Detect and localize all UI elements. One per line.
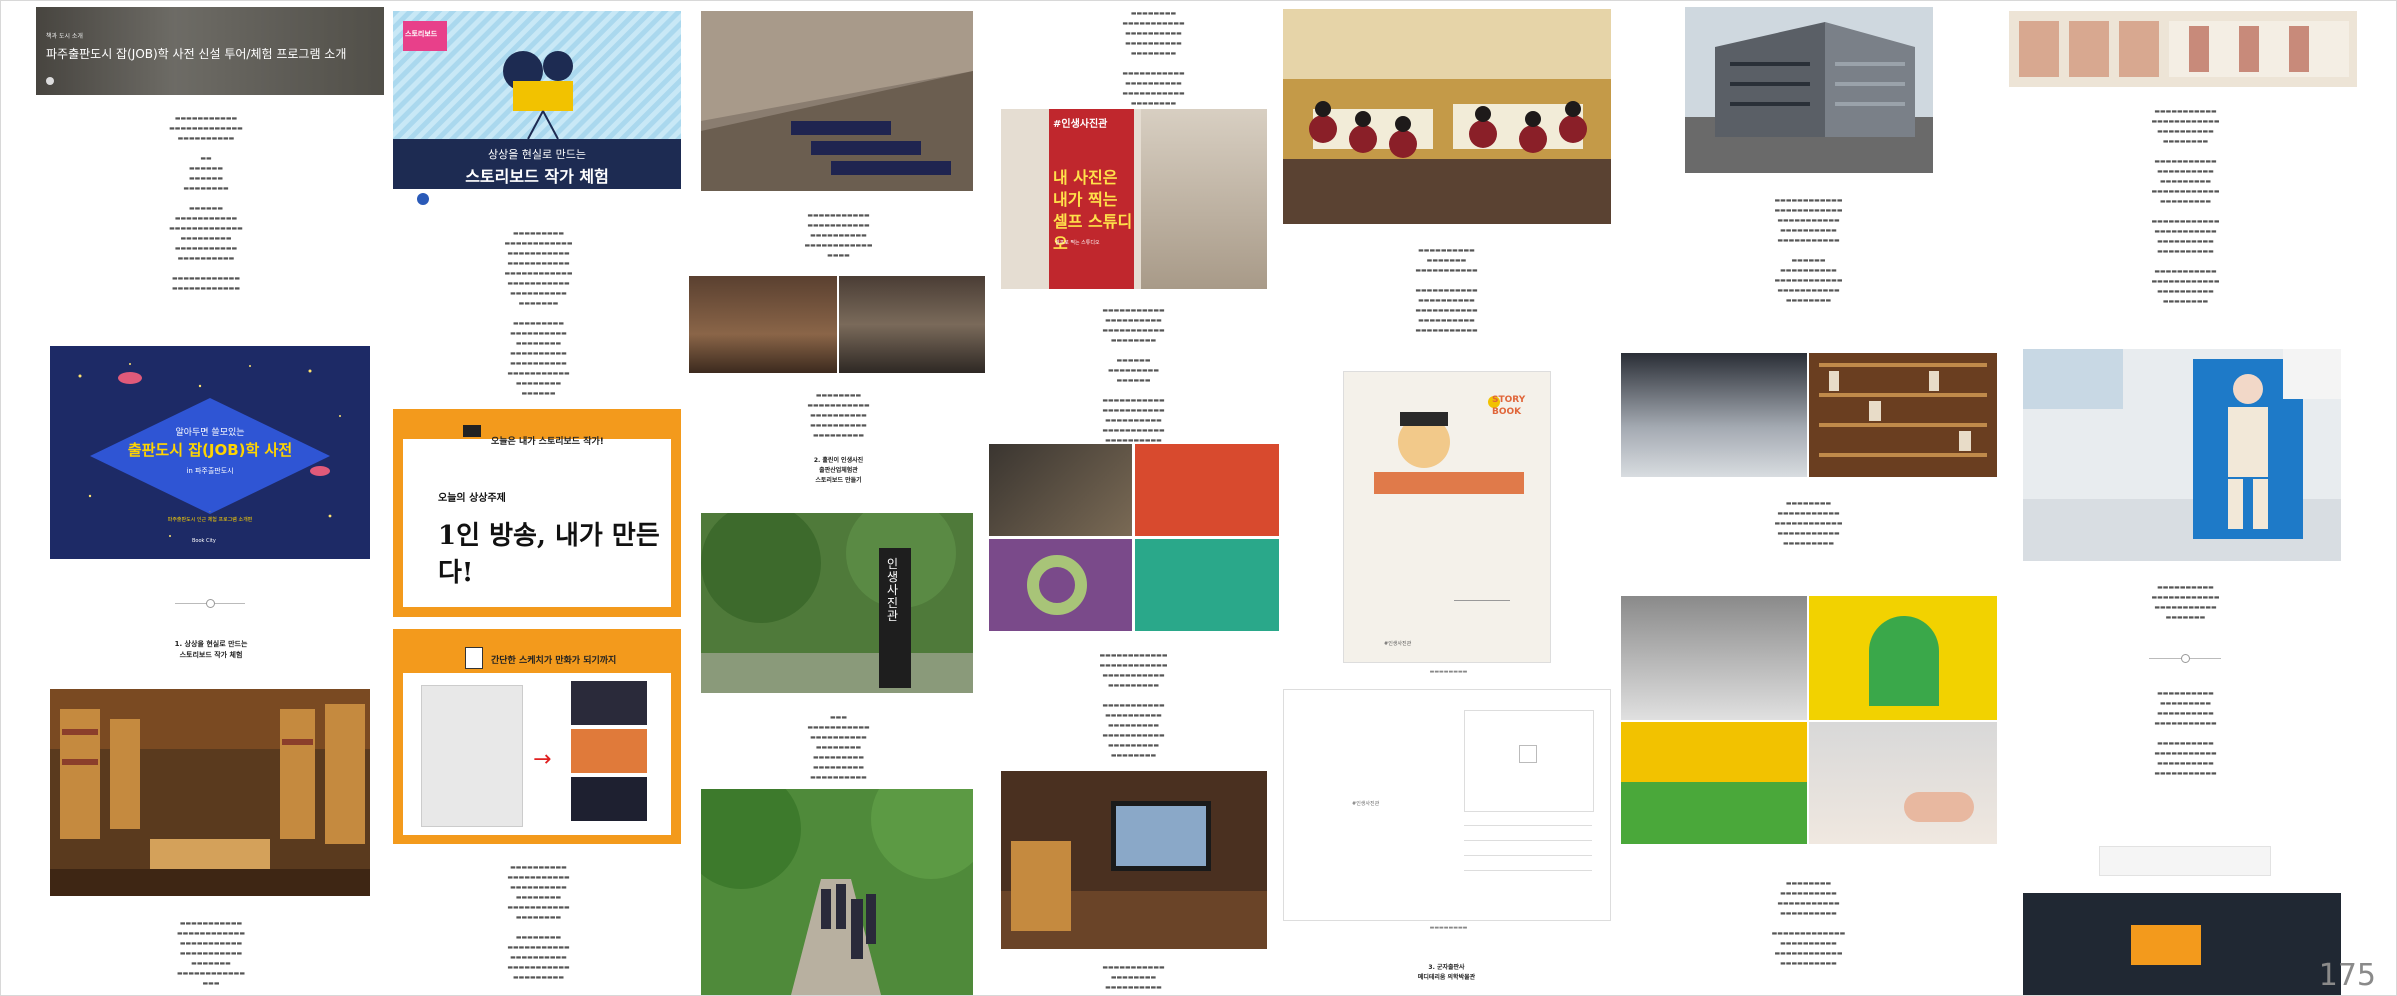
col5-text-1: ▬▬▬▬▬▬▬▬▬▬ ▬▬▬▬▬▬▬ ▬▬▬▬▬▬▬▬▬▬▬ ▬▬▬▬▬▬▬▬▬▬▬…	[1415, 247, 1478, 334]
avatar	[46, 77, 54, 85]
clapper-icon	[463, 425, 481, 437]
sign-tag: #인생사진관	[1053, 119, 1108, 130]
photo-studio-sign-photo: 인생사진관	[701, 513, 973, 693]
info-box	[2099, 846, 2271, 876]
col4-text-1: ▬▬▬▬▬▬▬▬ ▬▬▬▬▬▬▬▬▬▬▬ ▬▬▬▬▬▬▬▬▬▬ ▬▬▬▬▬▬▬▬▬▬ ▬…	[1122, 10, 1185, 117]
poster-sub: in 파주출판도시	[186, 467, 234, 475]
job-dictionary-poster: · 알아두면 쓸모있는 출판도시 잡(JOB)학 사전 in 파주출판도시 파주…	[50, 346, 370, 559]
col6-text-1: ▬▬▬▬▬▬▬▬▬▬▬▬ ▬▬▬▬▬▬▬▬▬▬▬▬ ▬▬▬▬▬▬▬▬▬▬▬ ▬▬▬▬▬…	[1774, 197, 1843, 304]
section-3-title: 3. 군자출판사 메디테리움 의학박물관	[1417, 964, 1476, 981]
exhibit-photo-1	[1621, 596, 1807, 720]
comic-frame-3	[571, 777, 647, 821]
poster-badge: 스토리보드	[405, 30, 438, 38]
exhibit-photo-4	[1809, 722, 1997, 844]
intro-text: ▬▬▬▬▬▬▬▬▬▬▬ ▬▬▬▬▬▬▬▬▬▬▬▬▬ ▬▬▬▬▬▬▬▬▬▬ ▬▬ ▬▬▬…	[169, 115, 243, 292]
poster-head-1: 상상을 현실로 만드는	[487, 148, 587, 161]
exhibit-photo-2	[1809, 596, 1997, 720]
studio-grid-photo-1	[989, 444, 1132, 536]
col6-text-2: ▬▬▬▬▬▬▬▬ ▬▬▬▬▬▬▬▬▬▬▬ ▬▬▬▬▬▬▬▬▬▬▬▬ ▬▬▬▬▬▬▬▬▬…	[1774, 500, 1843, 547]
col4-text-4: ▬▬▬▬▬▬▬▬▬▬▬ ▬▬▬▬▬▬▬▬ ▬▬▬▬▬▬▬▬▬▬	[1102, 964, 1165, 991]
comic-frame-2	[571, 729, 647, 773]
arrow-right-icon: →	[533, 747, 552, 772]
col3-text-2: ▬▬▬▬▬▬▬▬ ▬▬▬▬▬▬▬▬▬▬▬ ▬▬▬▬▬▬▬▬▬▬ ▬▬▬▬▬▬▬▬▬▬ ▬…	[807, 392, 870, 439]
blank-storyboard-sheet: #인생사진관	[1283, 689, 1611, 921]
poster-logo: Book City	[192, 538, 216, 544]
poster-title: 알아두면 쓸모있는	[175, 428, 245, 438]
name-line	[1454, 600, 1510, 601]
museum-exterior-photo	[2023, 893, 2341, 995]
sketch-image	[421, 685, 523, 827]
paper-icon	[465, 647, 483, 669]
sheet-tag: #인생사진관	[1352, 801, 1380, 807]
storybook-cover: STORY BOOK #인생사진관	[1343, 371, 1551, 663]
poster-head-2: 스토리보드 작가 체험	[465, 167, 609, 186]
solo-broadcast-card: 오늘은 내가 스토리보드 작가! 오늘의 상상주제 1인 방송, 내가 만든다!	[393, 409, 681, 617]
card2-title: 간단한 스케치가 만화가 되기까지	[491, 656, 617, 666]
book-title: STORY BOOK	[1492, 395, 1526, 417]
divider-dot	[2181, 654, 2190, 663]
banner-title: 파주출판도시 잡(JOB)학 사전 신설 투어/체험 프로그램 소개	[46, 47, 347, 61]
col7-text-3: ▬▬▬▬▬▬▬▬▬▬ ▬▬▬▬▬▬▬▬▬ ▬▬▬▬▬▬▬▬▬▬ ▬▬▬▬▬▬▬▬▬▬▬…	[2154, 690, 2217, 777]
museum-hall-photo	[1621, 353, 1807, 477]
col3-text-3: ▬▬▬ ▬▬▬▬▬▬▬▬▬▬▬ ▬▬▬▬▬▬▬▬▬▬ ▬▬▬▬▬▬▬▬ ▬▬▬▬▬▬▬▬…	[807, 714, 870, 781]
classroom-photo	[1283, 9, 1611, 224]
divider-dot	[206, 599, 215, 608]
col4-text-3: ▬▬▬▬▬▬▬▬▬▬▬▬ ▬▬▬▬▬▬▬▬▬▬▬▬ ▬▬▬▬▬▬▬▬▬▬▬ ▬▬▬▬▬…	[1099, 652, 1168, 759]
museum-shelf-photo	[1809, 353, 1997, 477]
sketch-to-comic-card: 간단한 스케치가 만화가 되기까지 →	[393, 629, 681, 844]
section-2-title: 2. 훌린이 인생사진 출판산업체험관 스토리보드 만들기	[813, 457, 864, 484]
studio-grid-photo-4	[1135, 539, 1279, 631]
col7-text-1: ▬▬▬▬▬▬▬▬▬▬▬ ▬▬▬▬▬▬▬▬▬▬▬▬ ▬▬▬▬▬▬▬▬▬▬ ▬▬▬▬▬▬▬…	[2151, 108, 2220, 305]
section-1-title: 1. 상상을 현실로 만드는 스토리보드 작가 체험	[174, 640, 248, 659]
page-number: 175	[2318, 958, 2376, 993]
poster-main: 출판도시 잡(JOB)학 사전	[127, 441, 293, 459]
card1-big-1: 오늘의 상상주제	[438, 493, 506, 504]
col6-text-3: ▬▬▬▬▬▬▬▬ ▬▬▬▬▬▬▬▬▬▬ ▬▬▬▬▬▬▬▬▬▬▬ ▬▬▬▬▬▬▬▬▬▬ …	[1771, 880, 1846, 967]
banner-tag: 책과 도시 소개	[46, 33, 83, 40]
col4-text-2: ▬▬▬▬▬▬▬▬▬▬▬ ▬▬▬▬▬▬▬▬▬▬ ▬▬▬▬▬▬▬▬▬▬▬ ▬▬▬▬▬▬▬▬…	[1102, 307, 1165, 444]
book-tag: #인생사진관	[1384, 641, 1412, 647]
building-photo	[1685, 7, 1933, 173]
card1-big-2: 1인 방송, 내가 만든다!	[438, 521, 660, 588]
storyboard-poster: 스토리보드 상상을 현실로 만드는 스토리보드 작가 체험	[393, 11, 681, 211]
document-page: 책과 도시 소개 파주출판도시 잡(JOB)학 사전 신설 투어/체험 프로그램…	[0, 0, 2397, 996]
exhibit-strip-photo	[2009, 11, 2357, 87]
svg-text:·: ·	[209, 509, 211, 516]
studio-grid-photo-2	[1135, 444, 1279, 536]
image-placeholder-icon	[1519, 745, 1537, 763]
bookstore-photo	[50, 689, 370, 896]
card1-title: 오늘은 내가 스토리보드 작가!	[491, 437, 604, 447]
cafe-photo-2	[839, 276, 985, 373]
caption-2: ▬▬▬▬▬▬▬▬	[1429, 925, 1468, 931]
sign-text: 인생사진관	[887, 557, 899, 623]
caption-1: ▬▬▬▬▬▬▬▬	[1429, 669, 1468, 675]
poster-note: 파주출판도시 인근 체험 프로그램 소개편	[167, 517, 253, 523]
walking-students-photo	[701, 789, 973, 995]
col2-text-top: ▬▬▬▬▬▬▬▬▬ ▬▬▬▬▬▬▬▬▬▬▬▬ ▬▬▬▬▬▬▬▬▬▬▬ ▬▬▬▬▬▬▬▬…	[504, 230, 573, 397]
col2-text-bottom: ▬▬▬▬▬▬▬▬▬▬ ▬▬▬▬▬▬▬▬▬▬▬ ▬▬▬▬▬▬▬▬▬▬ ▬▬▬▬▬▬▬▬ …	[507, 864, 570, 981]
studio-grid-photo-3	[989, 539, 1132, 631]
sign-sub: 셀프로 찍는 스튜디오	[1055, 240, 1100, 246]
cafe-photo-1	[689, 276, 837, 373]
exhibit-photo-3	[1621, 722, 1807, 844]
monitor-photo	[1001, 771, 1267, 949]
self-studio-sign-photo: #인생사진관 내 사진은 내가 찍는 셀프 스튜디오 셀프로 찍는 스튜디오	[1001, 109, 1267, 289]
col7-text-2: ▬▬▬▬▬▬▬▬▬▬ ▬▬▬▬▬▬▬▬▬▬▬▬ ▬▬▬▬▬▬▬▬▬▬▬ ▬▬▬▬▬▬▬	[2151, 584, 2220, 621]
col3-text-1: ▬▬▬▬▬▬▬▬▬▬▬ ▬▬▬▬▬▬▬▬▬▬▬ ▬▬▬▬▬▬▬▬▬▬ ▬▬▬▬▬▬▬▬…	[804, 212, 873, 259]
auditorium-photo	[701, 11, 973, 191]
section-1-text: ▬▬▬▬▬▬▬▬▬▬▬ ▬▬▬▬▬▬▬▬▬▬▬▬ ▬▬▬▬▬▬▬▬▬▬▬ ▬▬▬▬▬…	[176, 920, 246, 987]
anatomy-puzzle-photo	[2023, 349, 2341, 561]
comic-frame-1	[571, 681, 647, 725]
banner-photo: 책과 도시 소개 파주출판도시 잡(JOB)학 사전 신설 투어/체험 프로그램…	[36, 7, 384, 95]
